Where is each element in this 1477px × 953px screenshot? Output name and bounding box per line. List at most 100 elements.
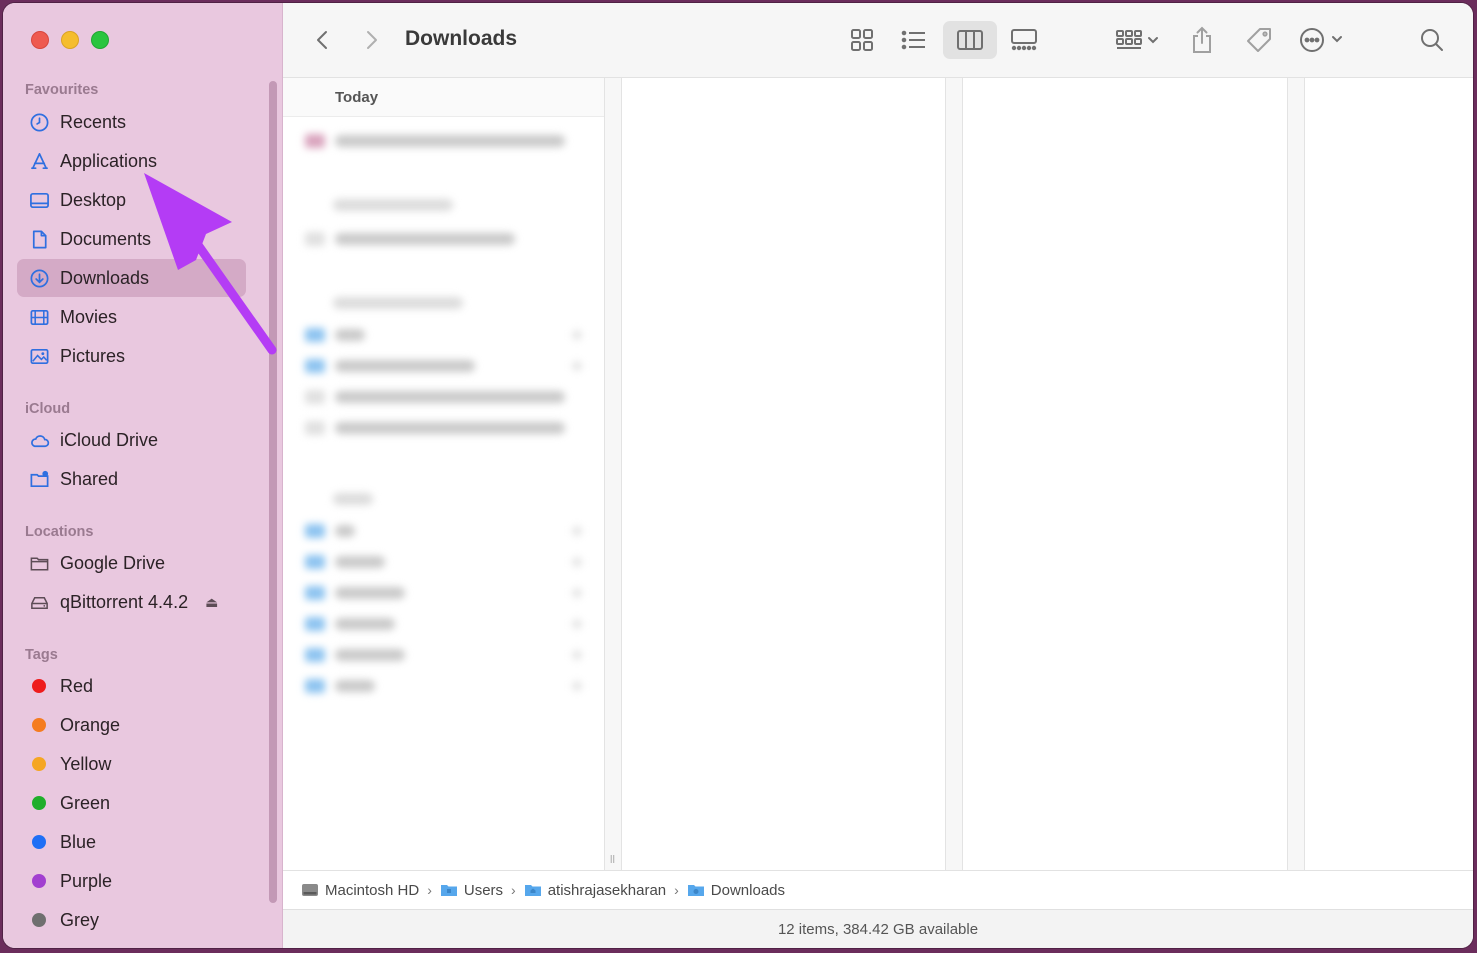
shared-folder-icon <box>28 468 50 490</box>
sidebar-item-label: Yellow <box>60 753 112 774</box>
sidebar-tag-blue[interactable]: Blue <box>17 823 246 861</box>
downloads-folder-icon <box>687 885 704 896</box>
grey-tag-dot-icon <box>32 913 46 927</box>
gallery-view-button[interactable] <box>1003 21 1045 59</box>
sidebar-item-recents[interactable]: Recents <box>17 103 246 141</box>
sidebar-item-qbittorrent[interactable]: qBittorrent 4.4.2 ⏏ <box>17 583 246 621</box>
cloud-icon <box>28 429 50 451</box>
photo-icon <box>28 345 50 367</box>
sidebar-tag-grey[interactable]: Grey <box>17 901 246 939</box>
sidebar-item-documents[interactable]: Documents <box>17 220 246 258</box>
clock-icon <box>28 111 50 133</box>
sidebar-item-desktop[interactable]: Desktop <box>17 181 246 219</box>
group-by-button[interactable] <box>1109 21 1165 59</box>
film-icon <box>28 306 50 328</box>
columns-icon <box>957 30 983 50</box>
sidebar-tag-purple[interactable]: Purple <box>17 862 246 900</box>
sidebar-item-downloads[interactable]: Downloads <box>17 259 246 297</box>
zoom-window-button[interactable] <box>91 31 109 49</box>
sidebar-item-label: Applications <box>60 150 158 171</box>
section-header-today: Today <box>335 89 379 106</box>
sidebar-item-label: Movies <box>60 306 118 327</box>
sidebar-item-label: Desktop <box>60 189 127 210</box>
sidebar-item-label: Blue <box>60 831 97 852</box>
section-label-favourites: Favourites <box>25 82 99 98</box>
search-icon <box>1421 29 1443 51</box>
sidebar: Favourites Recents Applications Desktop … <box>3 3 283 948</box>
sidebar-item-label: Documents <box>60 228 152 249</box>
folder-icon <box>440 885 457 896</box>
purple-tag-dot-icon <box>32 874 46 888</box>
forward-button[interactable] <box>357 21 387 59</box>
sidebar-item-label: Recents <box>60 111 127 132</box>
sidebar-item-movies[interactable]: Movies <box>17 298 246 336</box>
path-crumb-downloads[interactable]: Downloads <box>687 882 785 899</box>
more-actions-button[interactable] <box>1295 21 1353 59</box>
gallery-icon <box>1011 29 1037 51</box>
window-title: Downloads <box>405 27 518 50</box>
blue-tag-dot-icon <box>32 835 46 849</box>
sidebar-item-label: Google Drive <box>60 552 166 573</box>
column-section-header: Today <box>283 78 604 117</box>
home-folder-icon <box>524 885 541 896</box>
search-button[interactable] <box>1413 21 1451 59</box>
sidebar-item-applications[interactable]: Applications <box>17 142 246 180</box>
document-icon <box>28 228 50 250</box>
hard-drive-icon <box>302 884 318 896</box>
blurred-file-list <box>283 118 604 758</box>
sidebar-item-label: Shared <box>60 468 119 489</box>
sidebar-tag-red[interactable]: Red <box>17 667 246 705</box>
yellow-tag-dot-icon <box>32 757 46 771</box>
share-button[interactable] <box>1183 21 1221 59</box>
chevron-right-icon <box>367 31 377 49</box>
tag-button[interactable] <box>1239 21 1279 59</box>
sidebar-item-label: Orange <box>60 714 121 735</box>
sidebar-item-icloud-drive[interactable]: iCloud Drive <box>17 421 246 459</box>
close-window-button[interactable] <box>31 31 49 49</box>
section-label-tags: Tags <box>25 647 58 663</box>
red-tag-dot-icon <box>32 679 46 693</box>
section-label-locations: Locations <box>25 524 94 540</box>
applications-icon <box>28 150 50 172</box>
path-crumb-label: Macintosh HD <box>325 881 420 899</box>
sidebar-tag-orange[interactable]: Orange <box>17 706 246 744</box>
sidebar-item-label: Downloads <box>60 267 150 288</box>
sidebar-scrollbar[interactable] <box>269 81 277 903</box>
chevron-left-icon <box>317 31 327 49</box>
eject-icon[interactable]: ⏏ <box>205 594 218 611</box>
path-crumb-users[interactable]: Users <box>440 882 503 899</box>
path-crumb-label: Downloads <box>710 881 786 899</box>
column-resize-handle[interactable] <box>945 78 963 870</box>
toolbar: Downloads <box>283 3 1473 78</box>
sidebar-item-label: qBittorrent 4.4.2 <box>60 591 189 612</box>
group-grid-icon <box>1116 30 1158 49</box>
sidebar-item-google-drive[interactable]: Google Drive <box>17 544 246 582</box>
path-separator: › <box>511 882 516 898</box>
sidebar-item-label: Green <box>60 792 111 813</box>
section-label-icloud: iCloud <box>25 401 71 417</box>
path-crumb-macintosh-hd[interactable]: Macintosh HD <box>301 882 419 899</box>
sidebar-item-label: Purple <box>60 870 113 891</box>
sidebar-item-label: Red <box>60 675 94 696</box>
folder-icon <box>28 552 50 574</box>
sidebar-tag-green[interactable]: Green <box>17 784 246 822</box>
column-resize-handle[interactable]: ll <box>604 78 622 870</box>
window-controls <box>31 31 109 49</box>
finder-window: Favourites Recents Applications Desktop … <box>3 3 1473 948</box>
column-view-button[interactable] <box>943 21 997 59</box>
green-tag-dot-icon <box>32 796 46 810</box>
sidebar-item-shared[interactable]: Shared <box>17 460 246 498</box>
sidebar-item-pictures[interactable]: Pictures <box>17 337 246 375</box>
path-separator: › <box>674 882 679 898</box>
icon-view-button[interactable] <box>841 21 883 59</box>
status-text: 12 items, 384.42 GB available <box>777 921 979 938</box>
share-icon <box>1193 26 1211 53</box>
column-browser: Today ll <box>283 78 1473 870</box>
column-downloads[interactable]: Today <box>283 78 604 870</box>
minimize-window-button[interactable] <box>61 31 79 49</box>
column-resize-handle[interactable] <box>1287 78 1305 870</box>
path-crumb-home[interactable]: atishrajasekharan <box>524 882 666 899</box>
back-button[interactable] <box>307 21 337 59</box>
sidebar-tag-yellow[interactable]: Yellow <box>17 745 246 783</box>
list-view-button[interactable] <box>893 21 935 59</box>
